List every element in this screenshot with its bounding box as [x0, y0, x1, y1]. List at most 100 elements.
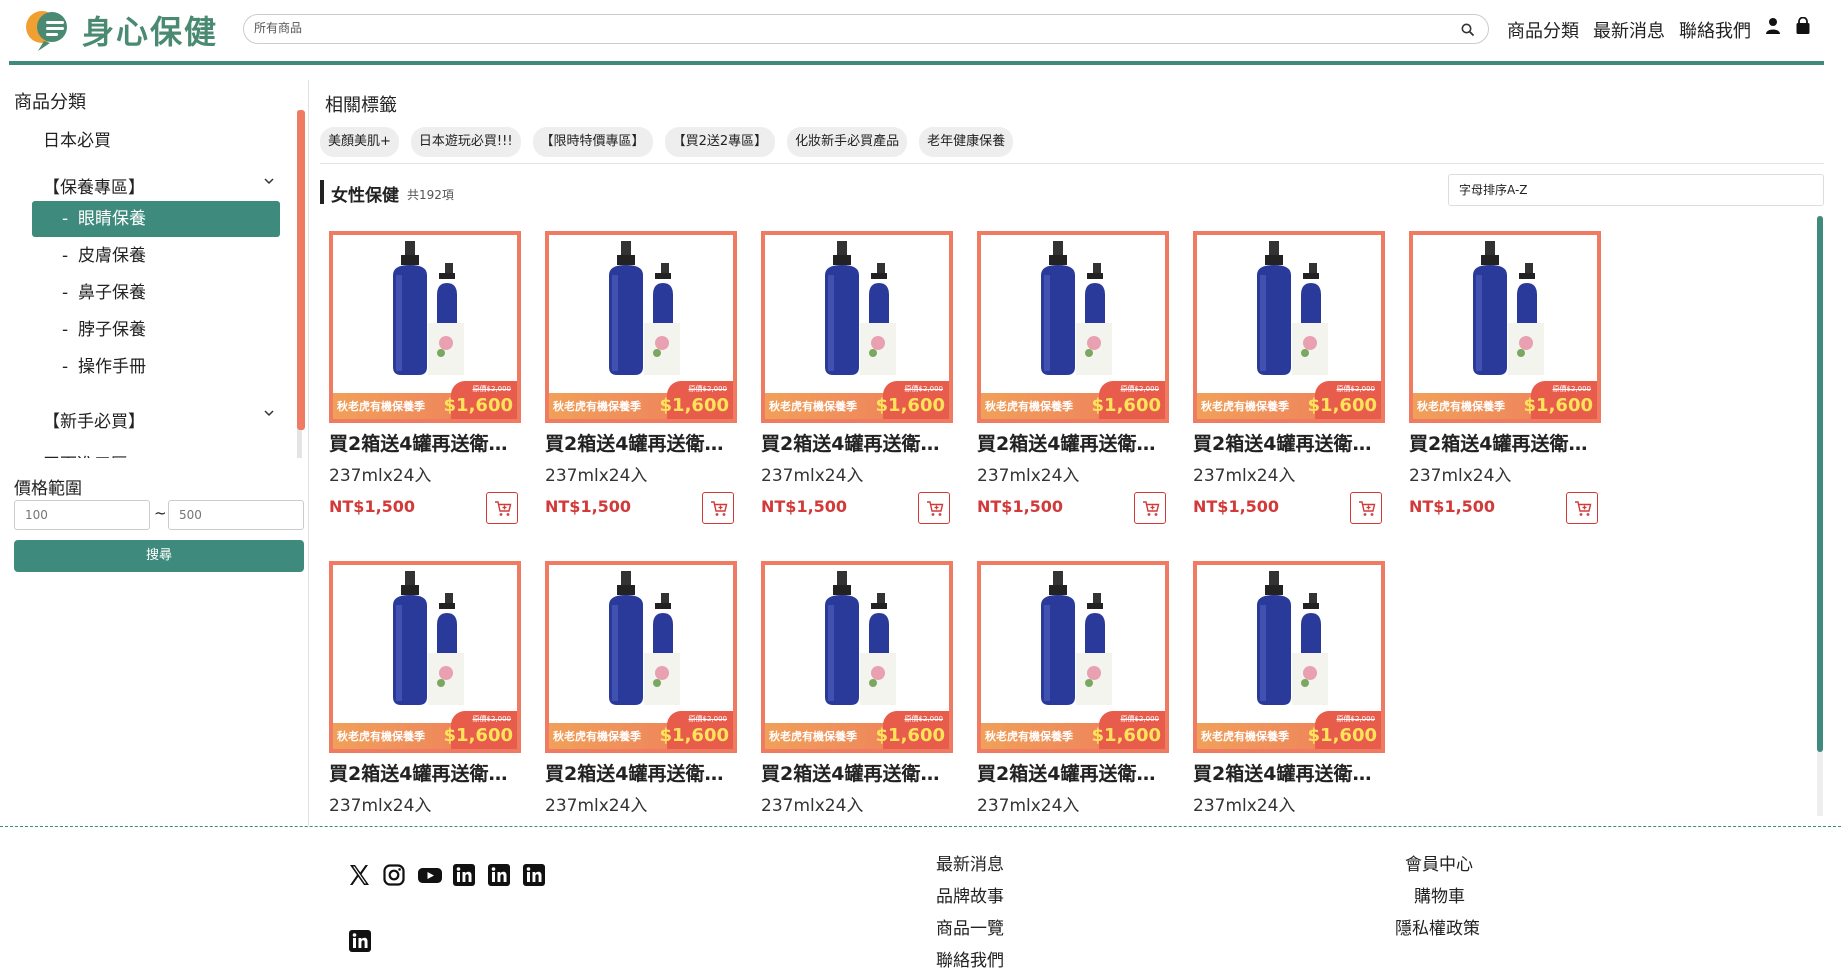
product-name[interactable]: 買2箱送4罐再送衛生紙	[761, 759, 953, 786]
sidebar-subitem-neck[interactable]: - 脖子保養	[32, 312, 280, 348]
chevron-down-icon[interactable]	[262, 173, 276, 187]
add-to-cart-button[interactable]	[486, 492, 518, 524]
price-min-input[interactable]	[14, 500, 150, 530]
linkedin-icon[interactable]	[487, 863, 511, 887]
product-image[interactable]: 秋老虎有機保養季 原價$2,000 $1,600	[545, 231, 737, 423]
product-name[interactable]: 買2箱送4罐再送衛生紙	[329, 429, 521, 456]
sidebar-subitem-eye[interactable]: - 眼睛保養	[32, 201, 280, 237]
product-image[interactable]: 秋老虎有機保養季 原價$2,000 $1,600	[977, 231, 1169, 423]
footer-link-news[interactable]: 最新消息	[936, 850, 1004, 875]
add-to-cart-button[interactable]	[702, 492, 734, 524]
product-price: NT$1,500	[1409, 497, 1496, 516]
product-name[interactable]: 買2箱送4罐再送衛生紙	[329, 759, 521, 786]
promo-banner: 秋老虎有機保養季 原價$2,000 $1,600	[765, 711, 949, 749]
subitem-label: 操作手冊	[78, 357, 146, 377]
tag-chip[interactable]: 化妝新手必買產品	[787, 127, 908, 157]
linkedin-icon[interactable]	[348, 929, 372, 953]
add-to-cart-button[interactable]	[1566, 492, 1598, 524]
price-max-input[interactable]	[168, 500, 304, 530]
product-price: NT$1,500	[977, 497, 1064, 516]
product-name[interactable]: 買2箱送4罐再送衛生紙	[761, 429, 953, 456]
product-name[interactable]: 買2箱送4罐再送衛生紙	[545, 759, 737, 786]
scrollbar-thumb[interactable]	[1817, 216, 1823, 752]
promo-price: $1,600	[659, 395, 729, 416]
product-image[interactable]: 秋老虎有機保養季 原價$2,000 $1,600	[761, 561, 953, 753]
product-image[interactable]: 秋老虎有機保養季 原價$2,000 $1,600	[761, 231, 953, 423]
product-image[interactable]: 秋老虎有機保養季 原價$2,000 $1,600	[1409, 231, 1601, 423]
cart-icon	[1574, 500, 1592, 522]
shopping-bag-icon[interactable]	[1794, 16, 1814, 37]
instagram-icon[interactable]	[382, 863, 406, 887]
nav-contact[interactable]: 聯絡我們	[1679, 17, 1751, 43]
product-spec: 237mlx24入	[977, 796, 1080, 816]
product-image[interactable]: 秋老虎有機保養季 原價$2,000 $1,600	[977, 561, 1169, 753]
sidebar-subitem-manual[interactable]: - 操作手冊	[32, 349, 280, 385]
promo-text: 秋老虎有機保養季	[769, 400, 857, 413]
add-to-cart-button[interactable]	[918, 492, 950, 524]
promo-old-price: 原價$2,000	[688, 715, 728, 723]
tag-chip[interactable]: 【限時特價專區】	[532, 127, 653, 157]
sidebar-scrollbar[interactable]	[297, 110, 305, 458]
sidebar-item-care[interactable]: 【保養專區】	[43, 173, 145, 198]
scrollbar-thumb[interactable]	[297, 110, 305, 430]
tag-chip[interactable]: 老年健康保養	[919, 127, 1014, 157]
tag-chip[interactable]: 美顏美肌+	[320, 127, 399, 157]
promo-old-price: 原價$2,000	[1552, 385, 1592, 393]
price-search-button[interactable]: 搜尋	[14, 540, 304, 572]
promo-price: $1,600	[659, 725, 729, 746]
product-name[interactable]: 買2箱送4罐再送衛生紙	[1409, 429, 1601, 456]
site-logo[interactable]: 身心保健	[22, 5, 218, 55]
promo-text: 秋老虎有機保養季	[1417, 400, 1505, 413]
product-image[interactable]: 秋老虎有機保養季 原價$2,000 $1,600	[545, 561, 737, 753]
add-to-cart-button[interactable]	[1350, 492, 1382, 524]
footer-link-member[interactable]: 會員中心	[1405, 850, 1473, 875]
footer-link-contact[interactable]: 聯絡我們	[936, 946, 1004, 971]
subitem-label: 鼻子保養	[78, 283, 146, 303]
youtube-icon[interactable]	[417, 863, 442, 887]
product-image[interactable]: 秋老虎有機保養季 原價$2,000 $1,600	[1193, 561, 1385, 753]
product-name[interactable]: 買2箱送4罐再送衛生紙	[977, 429, 1169, 456]
sidebar-item-newbie[interactable]: 【新手必買】	[43, 407, 145, 432]
promo-price: $1,600	[443, 725, 513, 746]
promo-banner: 秋老虎有機保養季 原價$2,000 $1,600	[333, 381, 517, 419]
sidebar-item-import[interactable]: 平面進口區	[43, 450, 128, 458]
footer-link-privacy[interactable]: 隱私權政策	[1395, 914, 1480, 939]
chevron-down-icon[interactable]	[262, 405, 276, 419]
sidebar-item-japan[interactable]: 日本必買	[43, 126, 111, 151]
sidebar-subitem-nose[interactable]: - 鼻子保養	[32, 275, 280, 311]
tag-chip[interactable]: 日本遊玩必買!!!	[410, 127, 521, 157]
promo-text: 秋老虎有機保養季	[553, 400, 641, 413]
logo-mark-icon	[22, 5, 80, 55]
nav-news[interactable]: 最新消息	[1593, 17, 1665, 43]
footer-link-products[interactable]: 商品一覽	[936, 914, 1004, 939]
linkedin-icon[interactable]	[522, 863, 546, 887]
main-scrollbar[interactable]	[1817, 216, 1823, 816]
subitem-label: 脖子保養	[78, 320, 146, 340]
tag-chip[interactable]: 【買2送2專區】	[664, 127, 776, 157]
promo-price: $1,600	[875, 725, 945, 746]
category-sidebar: 商品分類 日本必買 【保養專區】 - 眼睛保養 - 皮膚保養 - 鼻子保養 - …	[0, 66, 308, 826]
promo-text: 秋老虎有機保養季	[337, 400, 425, 413]
product-name[interactable]: 買2箱送4罐再送衛生紙	[545, 429, 737, 456]
linkedin-icon[interactable]	[452, 863, 476, 887]
search-icon[interactable]	[1460, 22, 1476, 38]
x-icon[interactable]	[347, 863, 371, 887]
footer-link-cart[interactable]: 購物車	[1414, 882, 1465, 907]
product-name[interactable]: 買2箱送4罐再送衛生紙	[1193, 429, 1385, 456]
add-to-cart-button[interactable]	[1134, 492, 1166, 524]
sort-select[interactable]: 字母排序A-Z	[1448, 174, 1824, 206]
promo-price: $1,600	[875, 395, 945, 416]
product-image[interactable]: 秋老虎有機保養季 原價$2,000 $1,600	[329, 561, 521, 753]
product-name[interactable]: 買2箱送4罐再送衛生紙	[977, 759, 1169, 786]
product-name[interactable]: 買2箱送4罐再送衛生紙	[1193, 759, 1385, 786]
product-image[interactable]: 秋老虎有機保養季 原價$2,000 $1,600	[329, 231, 521, 423]
product-spec: 237mlx24入	[761, 466, 864, 486]
nav-categories[interactable]: 商品分類	[1507, 17, 1579, 43]
user-icon[interactable]	[1764, 17, 1784, 37]
subitem-label: 皮膚保養	[78, 246, 146, 266]
subitem-label: 眼睛保養	[78, 209, 146, 229]
sidebar-subitem-skin[interactable]: - 皮膚保養	[32, 238, 280, 274]
footer-link-brand[interactable]: 品牌故事	[936, 882, 1004, 907]
product-image[interactable]: 秋老虎有機保養季 原價$2,000 $1,600	[1193, 231, 1385, 423]
search-input[interactable]	[254, 21, 1434, 35]
